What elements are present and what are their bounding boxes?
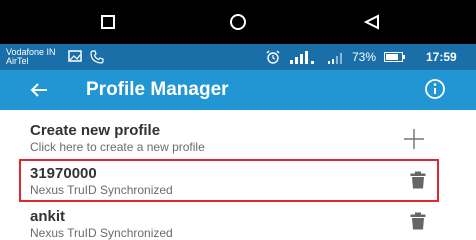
recent-apps-button[interactable] — [88, 6, 128, 38]
highlight-box — [19, 159, 439, 202]
create-profile-subtitle: Click here to create a new profile — [30, 140, 205, 154]
page-title: Profile Manager — [86, 79, 229, 100]
home-button[interactable] — [218, 6, 258, 38]
info-button[interactable] — [424, 78, 448, 102]
image-icon — [68, 50, 82, 62]
triangle-back-icon — [364, 14, 379, 30]
profile-row[interactable]: ankit Nexus TruID Synchronized — [0, 204, 476, 240]
app-bar: Profile Manager — [0, 70, 476, 110]
arrow-left-icon — [30, 83, 47, 97]
circle-icon — [230, 14, 246, 30]
clock: 17:59 — [426, 50, 457, 64]
create-profile-title: Create new profile — [30, 122, 161, 139]
call-icon — [90, 50, 104, 64]
square-icon — [101, 15, 115, 29]
status-bar: Vodafone IN AirTel 73% 17:59 — [0, 44, 476, 70]
battery-percent: 73% — [352, 50, 377, 64]
battery-icon — [384, 52, 405, 62]
system-nav-bar — [0, 0, 476, 44]
signal-icon-secondary — [328, 53, 342, 64]
profile-name: ankit — [30, 208, 66, 225]
carrier-line-2: AirTel — [6, 56, 29, 66]
signal-icon — [290, 51, 314, 64]
info-icon — [425, 79, 445, 99]
back-nav-button[interactable] — [352, 6, 392, 38]
back-button[interactable] — [24, 76, 54, 104]
trash-icon[interactable] — [409, 212, 427, 230]
profile-status: Nexus TruID Synchronized — [30, 226, 173, 240]
carrier-info: Vodafone IN AirTel — [6, 48, 56, 66]
plus-icon[interactable] — [403, 128, 425, 150]
trash-icon[interactable] — [409, 171, 427, 189]
alarm-icon — [266, 50, 280, 64]
